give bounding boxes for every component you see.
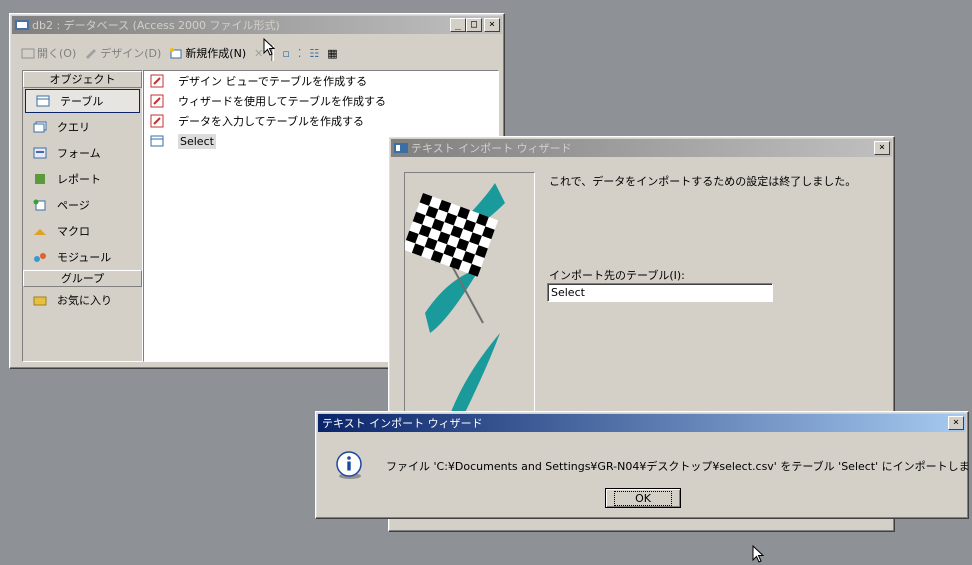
object-label: レポート xyxy=(57,173,101,186)
list-view-icon: ☷ xyxy=(309,46,320,60)
groups-header[interactable]: グループ xyxy=(23,270,142,287)
msgbox-message: ファイル 'C:¥Documents and Settings¥GR-N04¥デ… xyxy=(386,460,972,473)
list-item[interactable]: デザイン ビューでテーブルを作成する xyxy=(144,71,498,91)
import-complete-dialog[interactable]: テキスト インポート ウィザード × ファイル 'C:¥Documents an… xyxy=(315,411,972,519)
close-button[interactable]: × xyxy=(948,416,964,430)
close-button[interactable]: × xyxy=(874,141,890,155)
open-button[interactable]: 開く(O) xyxy=(18,44,79,62)
object-label: モジュール xyxy=(57,251,112,264)
design-icon xyxy=(86,49,97,59)
access-db-icon xyxy=(15,20,29,30)
ok-label: OK xyxy=(614,490,672,506)
object-forms[interactable]: フォーム xyxy=(23,140,142,166)
create-design-view-icon xyxy=(150,74,164,88)
object-reports[interactable]: レポート xyxy=(23,166,142,192)
object-tables[interactable]: テーブル xyxy=(25,89,140,113)
object-pages[interactable]: ページ xyxy=(23,192,142,218)
list-label: データを入力してテーブルを作成する xyxy=(178,115,365,128)
small-icons-icon: ⁚ xyxy=(297,46,302,60)
small-icons-button[interactable]: ⁚ xyxy=(295,46,305,61)
new-label: 新規作成(N) xyxy=(185,47,247,60)
db-toolbar: 開く(O) デザイン(D) 新規作成(N) ✕ ▫ ⁚ ☷ ▦ xyxy=(18,42,341,64)
object-label: フォーム xyxy=(57,147,101,160)
object-label: マクロ xyxy=(57,225,90,238)
wizard-title: テキスト インポート ウィザード xyxy=(411,142,572,155)
mouse-cursor-icon xyxy=(263,38,276,56)
module-icon xyxy=(34,253,46,262)
group-label: お気に入り xyxy=(57,294,112,307)
close-button[interactable]: × xyxy=(484,18,500,32)
macro-icon xyxy=(34,229,46,235)
list-view-button[interactable]: ☷ xyxy=(306,46,322,61)
wizard-app-icon xyxy=(394,143,408,153)
design-button[interactable]: デザイン(D) xyxy=(81,44,164,62)
db-window-title: db2 : データベース (Access 2000 ファイル形式) xyxy=(32,19,280,32)
new-button[interactable]: 新規作成(N) xyxy=(166,44,249,62)
create-datasheet-icon xyxy=(150,114,164,128)
msgbox-title: テキスト インポート ウィザード xyxy=(322,417,483,430)
import-table-input[interactable] xyxy=(547,283,773,302)
info-icon xyxy=(336,451,362,479)
db-titlebar[interactable]: db2 : データベース (Access 2000 ファイル形式) _ □ × xyxy=(12,16,502,34)
wizard-finish-message: これで、データをインポートするための設定は終了しました。 xyxy=(549,175,857,188)
large-icons-icon: ▫ xyxy=(282,46,290,60)
minimize-button[interactable]: _ xyxy=(450,18,466,32)
objects-header[interactable]: オブジェクト xyxy=(23,71,142,88)
object-macros[interactable]: マクロ xyxy=(23,218,142,244)
report-icon xyxy=(35,174,45,184)
ok-button[interactable]: OK xyxy=(605,488,681,508)
mouse-cursor-icon xyxy=(752,545,765,563)
objects-bar: オブジェクト テーブル クエリ フォーム レポート ページ マクロ モジュール xyxy=(22,70,143,362)
object-modules[interactable]: モジュール xyxy=(23,244,142,270)
form-icon xyxy=(33,147,47,159)
table-icon xyxy=(150,135,164,147)
import-table-label: インポート先のテーブル(I): xyxy=(549,269,685,282)
list-label: ウィザードを使用してテーブルを作成する xyxy=(178,95,387,108)
list-item[interactable]: データを入力してテーブルを作成する xyxy=(144,111,498,131)
table-icon xyxy=(36,95,50,107)
new-icon xyxy=(170,48,182,59)
design-label: デザイン(D) xyxy=(100,47,162,60)
list-item[interactable]: ウィザードを使用してテーブルを作成する xyxy=(144,91,498,111)
details-view-icon: ▦ xyxy=(327,46,338,60)
maximize-button[interactable]: □ xyxy=(466,18,482,32)
favorites-folder-icon xyxy=(33,296,47,306)
object-label: テーブル xyxy=(60,95,104,108)
query-icon xyxy=(33,121,47,133)
details-view-button[interactable]: ▦ xyxy=(324,46,340,61)
open-icon xyxy=(21,48,35,59)
delete-icon: ✕ xyxy=(254,46,264,60)
wizard-titlebar[interactable]: テキスト インポート ウィザード × xyxy=(391,139,892,157)
open-label: 開く(O) xyxy=(37,47,77,60)
create-wizard-icon xyxy=(150,94,164,108)
object-label: ページ xyxy=(57,199,90,212)
object-label: クエリ xyxy=(57,121,90,134)
page-icon xyxy=(33,199,46,211)
group-favorites[interactable]: お気に入り xyxy=(23,287,142,313)
list-label: Select xyxy=(178,133,216,149)
msgbox-titlebar[interactable]: テキスト インポート ウィザード × xyxy=(318,414,966,432)
large-icons-button[interactable]: ▫ xyxy=(279,46,292,61)
list-label: デザイン ビューでテーブルを作成する xyxy=(178,75,368,88)
object-queries[interactable]: クエリ xyxy=(23,114,142,140)
